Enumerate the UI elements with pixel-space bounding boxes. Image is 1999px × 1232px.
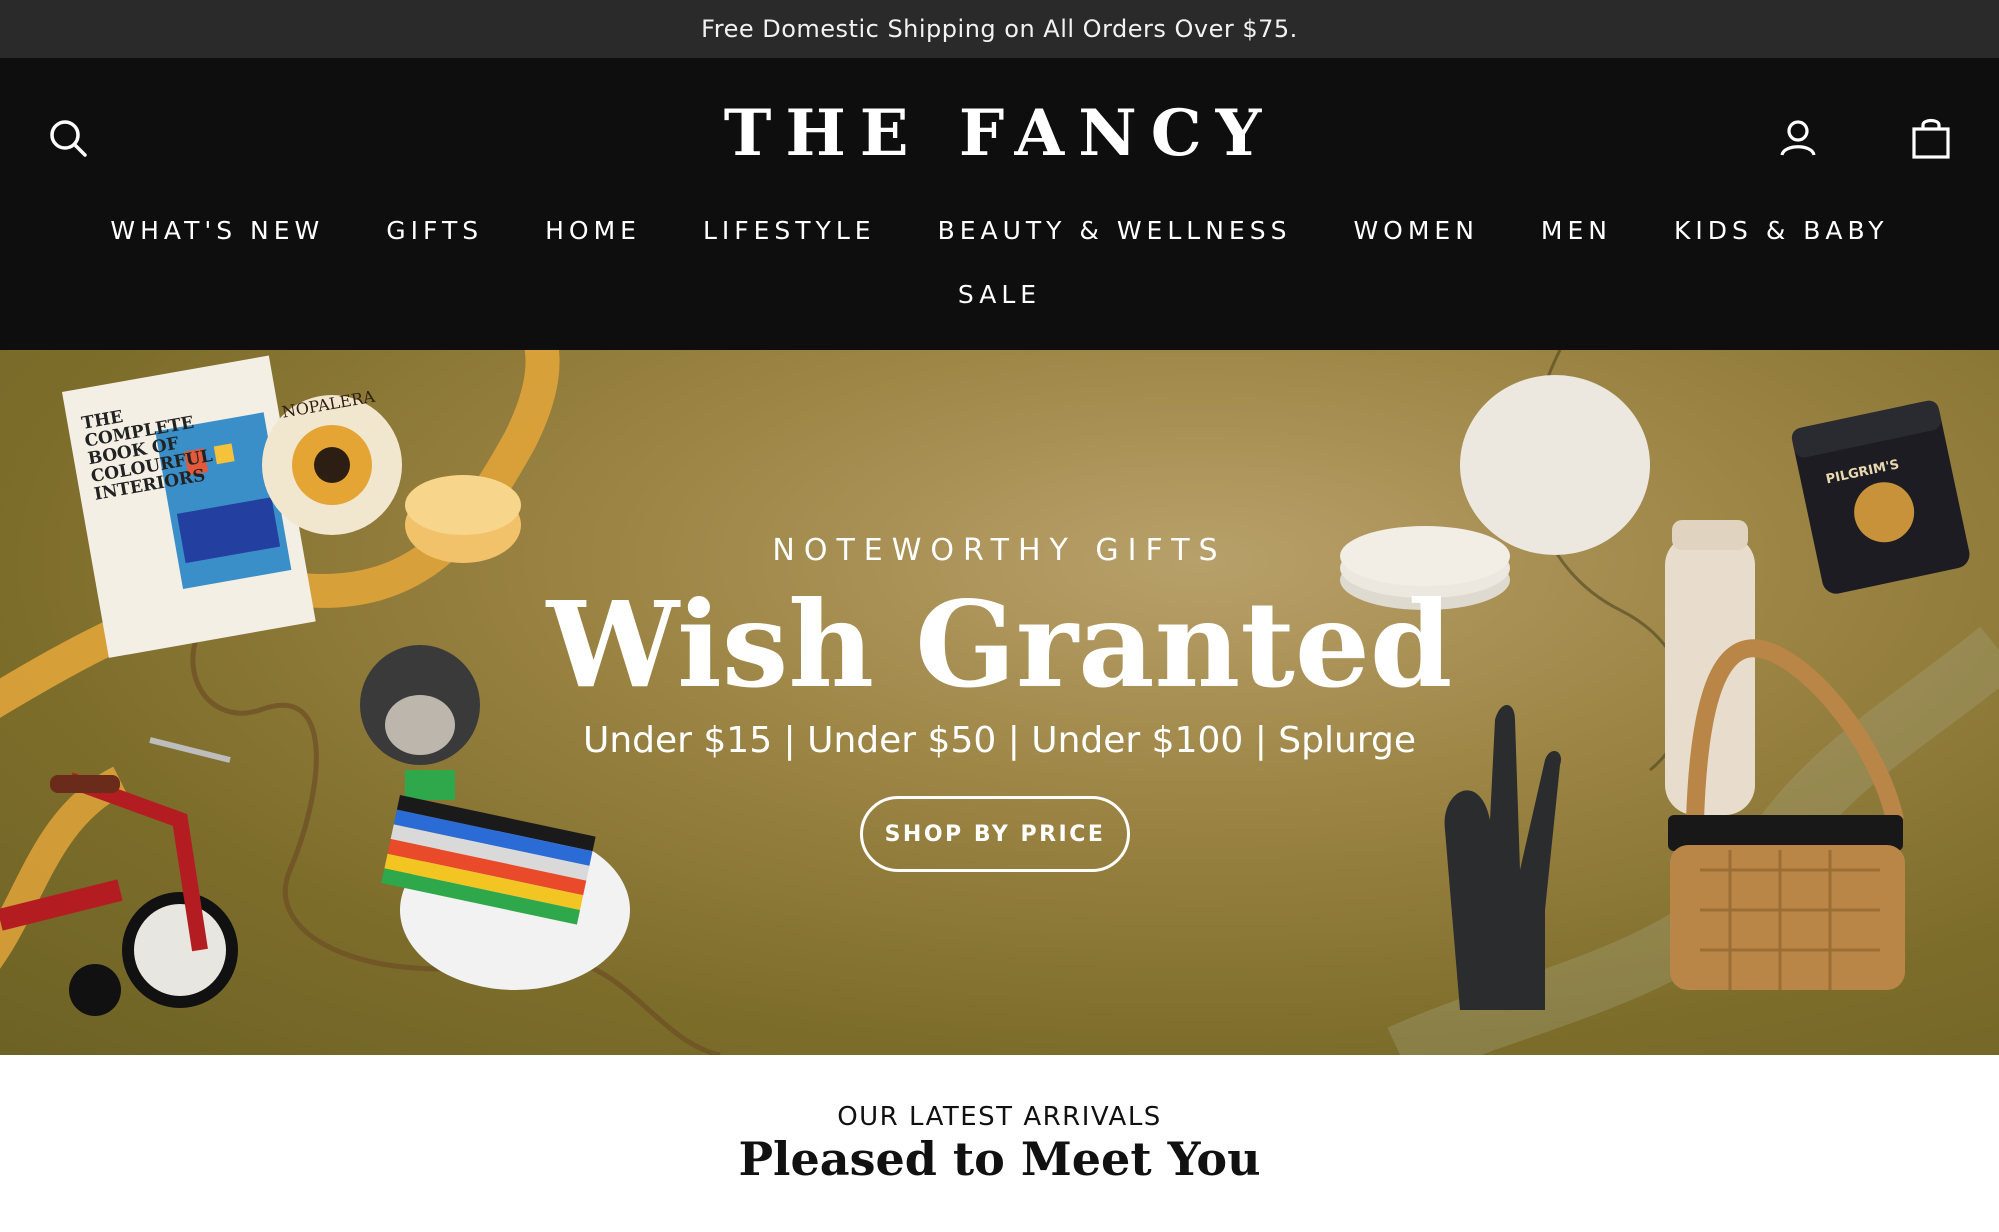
nav-item-women[interactable]: WOMEN: [1353, 216, 1478, 245]
hero-price-tiers: Under $15 | Under $50 | Under $100 | Spl…: [582, 720, 1416, 761]
main-navigation: WHAT'S NEW GIFTS HOME LIFESTYLE BEAUTY &…: [0, 216, 1999, 245]
announcement-bar: Free Domestic Shipping on All Orders Ove…: [0, 0, 1999, 58]
main-navigation-row-2: SALE: [0, 280, 1999, 309]
shop-by-price-button[interactable]: SHOP BY PRICE: [860, 796, 1130, 872]
hero-banner[interactable]: THE COMPLETE BOOK OF COLOURFUL INTERIORS…: [0, 350, 1999, 1055]
nav-item-men[interactable]: MEN: [1541, 216, 1612, 245]
site-logo[interactable]: THE FANCY: [0, 96, 1999, 171]
hero-title: Wish Granted: [546, 575, 1453, 714]
nav-item-lifestyle[interactable]: LIFESTYLE: [703, 216, 876, 245]
nav-item-beauty-wellness[interactable]: BEAUTY & WELLNESS: [938, 216, 1292, 245]
shopping-bag-icon: [1912, 118, 1950, 159]
nopalera-badge: NOPALERA: [262, 387, 402, 535]
nav-item-gifts[interactable]: GIFTS: [386, 216, 483, 245]
announcement-text: Free Domestic Shipping on All Orders Ove…: [701, 15, 1298, 43]
arrivals-title: Pleased to Meet You: [738, 1132, 1261, 1186]
hero-eyebrow: NOTEWORTHY GIFTS: [772, 533, 1227, 568]
nav-item-whats-new[interactable]: WHAT'S NEW: [110, 216, 324, 245]
nav-item-kids-baby[interactable]: KIDS & BABY: [1674, 216, 1889, 245]
site-header: THE FANCY WHAT'S NEW GIFTS HOME LIFESTYL…: [0, 58, 1999, 350]
nav-item-sale[interactable]: SALE: [958, 280, 1041, 309]
account-button[interactable]: [1770, 110, 1826, 166]
nav-item-home[interactable]: HOME: [545, 216, 641, 245]
user-icon: [1780, 120, 1816, 156]
cart-button[interactable]: [1903, 110, 1959, 166]
arrivals-eyebrow: OUR LATEST ARRIVALS: [837, 1102, 1162, 1132]
